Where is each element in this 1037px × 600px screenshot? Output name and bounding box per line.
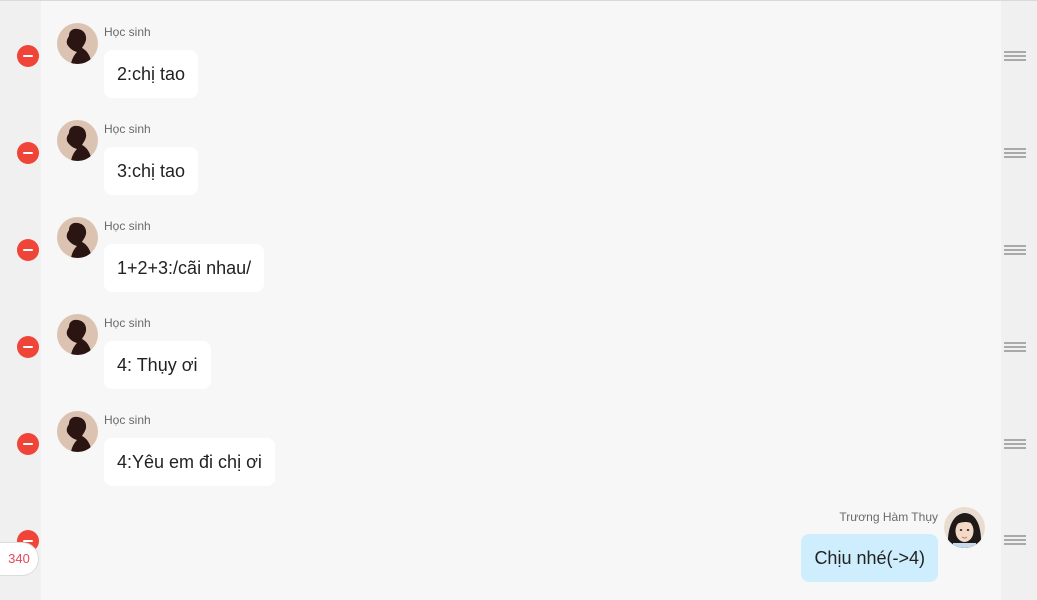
student-avatar [57, 217, 98, 258]
message-row: Học sinh 4: Thụy ơi [0, 299, 1037, 396]
sender-name: Học sinh [104, 219, 151, 233]
drag-handle-icon[interactable] [1004, 342, 1026, 354]
student-avatar [57, 23, 98, 64]
message-row: Học sinh 1+2+3:/cãi nhau/ [0, 202, 1037, 299]
message-row: Học sinh 3:chị tao [0, 105, 1037, 202]
message-count-badge: 340 [0, 542, 39, 576]
remove-message-icon[interactable] [17, 336, 39, 358]
sender-name: Học sinh [104, 25, 151, 39]
remove-message-icon[interactable] [17, 239, 39, 261]
sender-name: Học sinh [104, 413, 151, 427]
drag-handle-icon[interactable] [1004, 51, 1026, 63]
student-avatar [57, 314, 98, 355]
message-bubble[interactable]: 1+2+3:/cãi nhau/ [104, 244, 265, 292]
student-avatar [57, 411, 98, 452]
remove-message-icon[interactable] [17, 142, 39, 164]
message-row-own: Trương Hàm Thụy Chịu nhé(->4) [0, 493, 1037, 590]
sender-name: Học sinh [104, 316, 151, 330]
message-row: Học sinh 2:chị tao [0, 8, 1037, 105]
student-avatar [57, 120, 98, 161]
sender-name: Trương Hàm Thụy [839, 510, 938, 524]
remove-message-icon[interactable] [17, 433, 39, 455]
sender-name: Học sinh [104, 122, 151, 136]
message-bubble[interactable]: 2:chị tao [104, 50, 199, 98]
message-bubble[interactable]: 4: Thụy ơi [104, 341, 211, 389]
user-avatar [944, 507, 985, 548]
drag-handle-icon[interactable] [1004, 245, 1026, 257]
message-row: Học sinh 4:Yêu em đi chị ơi [0, 396, 1037, 493]
drag-handle-icon[interactable] [1004, 439, 1026, 451]
drag-handle-icon[interactable] [1004, 148, 1026, 160]
message-bubble[interactable]: 4:Yêu em đi chị ơi [104, 438, 275, 486]
message-bubble-own[interactable]: Chịu nhé(->4) [801, 534, 938, 582]
remove-message-icon[interactable] [17, 45, 39, 67]
message-bubble[interactable]: 3:chị tao [104, 147, 199, 195]
drag-handle-icon[interactable] [1004, 535, 1026, 547]
